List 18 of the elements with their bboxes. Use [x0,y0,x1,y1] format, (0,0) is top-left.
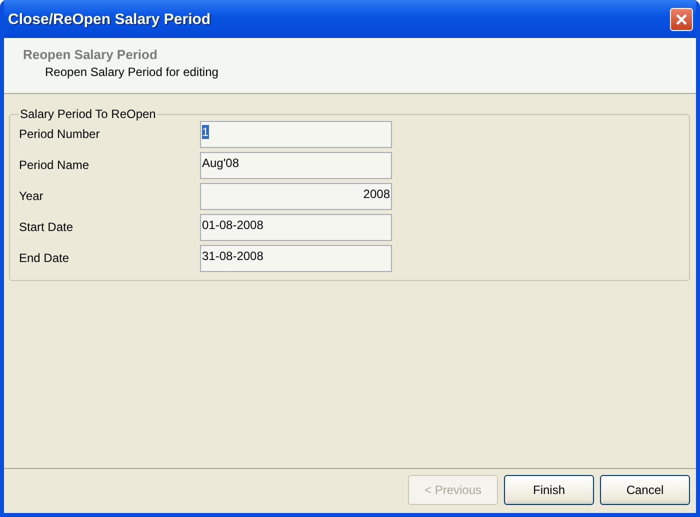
close-icon [675,12,688,26]
input-field[interactable]: 2008 [200,183,392,210]
input-field[interactable]: 31-08-2008 [200,245,392,272]
window-title: Close/ReOpen Salary Period [8,10,211,28]
input-field[interactable]: Aug'08 [200,152,392,179]
header-subtitle: Reopen Salary Period for editing [44,65,220,79]
dialog-button[interactable]: Cancel [600,475,690,505]
close-button[interactable] [670,8,693,30]
group-title: Salary Period To ReOpen [19,107,157,121]
input-field[interactable]: 1 [200,121,392,148]
input-field[interactable]: 01-08-2008 [200,214,392,241]
header-title: Reopen Salary Period [23,47,158,62]
dialog-button[interactable]: Finish [504,475,594,505]
field-label: Period Number [19,126,101,143]
field-label: End Date [19,250,70,267]
field-label: Period Name [19,157,90,174]
field-label: Year [19,188,44,205]
field-label: Start Date [19,219,74,236]
